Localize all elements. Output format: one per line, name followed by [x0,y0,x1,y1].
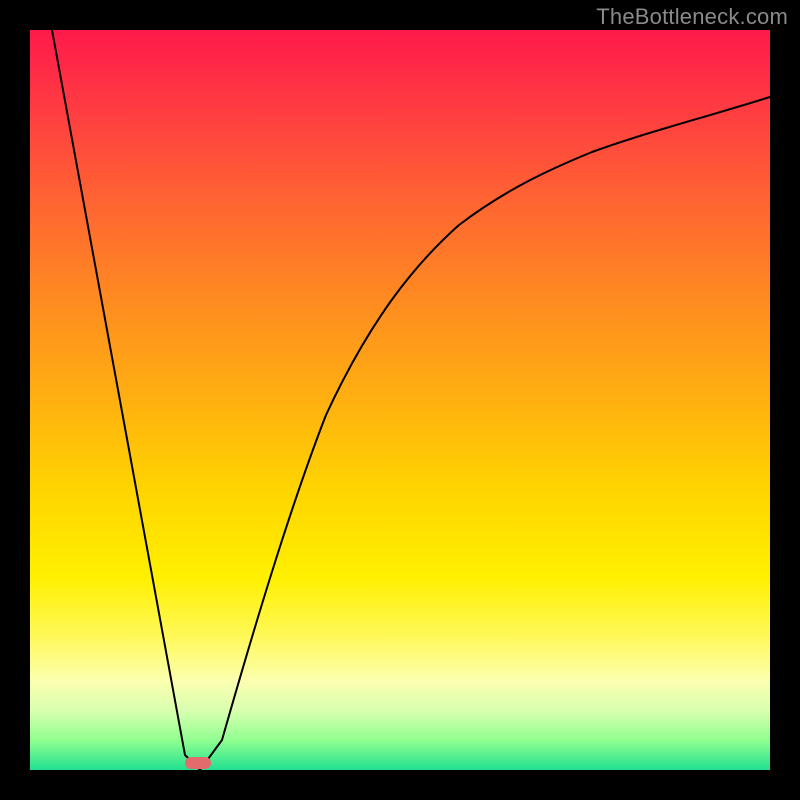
watermark-text: TheBottleneck.com [596,4,788,30]
plot-area [30,30,770,770]
chart-svg [30,30,770,770]
optimal-marker [185,757,211,769]
bottleneck-curve [52,30,770,770]
chart-frame: TheBottleneck.com [0,0,800,800]
